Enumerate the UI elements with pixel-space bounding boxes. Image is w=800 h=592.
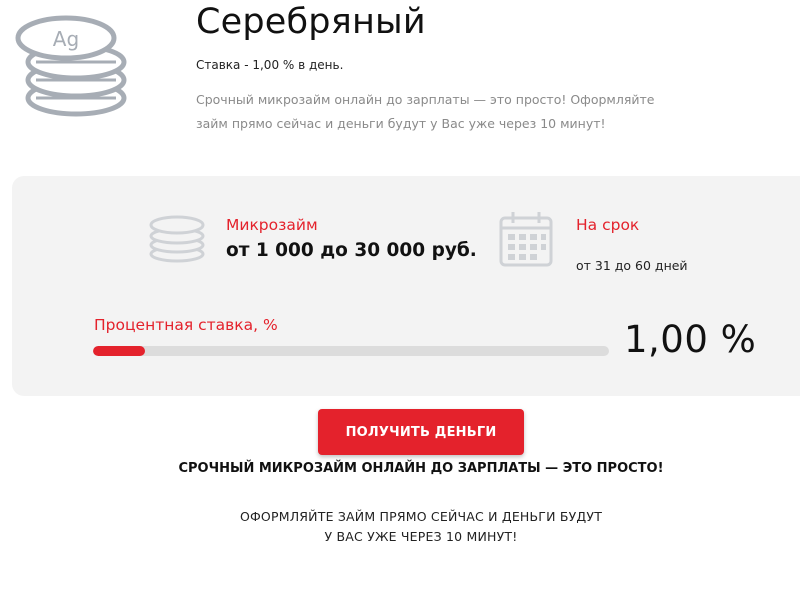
loan-info-panel (12, 176, 800, 396)
cta-note: ОФОРМЛЯЙТЕ ЗАЙМ ПРЯМО СЕЙЧАС И ДЕНЬГИ БУ… (0, 507, 800, 547)
coin-stamp-text: Ag (53, 27, 79, 51)
interest-rate-value: 1,00 % (624, 318, 757, 361)
silver-coins-icon: Ag (15, 15, 127, 117)
cta-tagline: СРОЧНЫЙ МИКРОЗАЙМ ОНЛАЙН ДО ЗАРПЛАТЫ — Э… (178, 461, 664, 476)
cta-note-line-1: ОФОРМЛЯЙТЕ ЗАЙМ ПРЯМО СЕЙЧАС И ДЕНЬГИ БУ… (239, 509, 603, 524)
coins-stack-icon (149, 215, 205, 263)
loan-term-value: от 31 до 60 дней (576, 258, 688, 273)
loan-amount-label: Микрозайм (226, 216, 318, 234)
interest-rate-label: Процентная ставка, % (94, 316, 278, 334)
calendar-icon (499, 212, 553, 267)
product-description: Срочный микрозайм онлайн до зарплаты — э… (196, 92, 655, 131)
loan-term-label: На срок (576, 216, 640, 234)
cta-note-line-2: У ВАС УЖЕ ЧЕРЕЗ 10 МИНУТ! (324, 529, 518, 544)
interest-rate-bar-fill (93, 346, 145, 356)
loan-amount-value: от 1 000 до 30 000 руб. (226, 240, 477, 261)
get-money-button[interactable]: ПОЛУЧИТЬ ДЕНЬГИ (318, 409, 524, 455)
interest-rate-bar (93, 346, 609, 356)
daily-rate-text: Ставка - 1,00 % в день. (196, 58, 344, 72)
product-title: Серебряный (196, 2, 426, 42)
